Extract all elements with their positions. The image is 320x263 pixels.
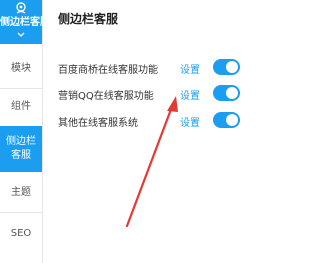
sidebar-item-components[interactable]: 组件 (0, 101, 42, 113)
sidebar-item-modules[interactable]: 模块 (0, 63, 42, 75)
chevron-down-icon (17, 32, 25, 37)
setting-row-qq: 营销QQ在线客服功能 设置 (58, 83, 243, 105)
settings-link[interactable]: 设置 (180, 114, 200, 129)
setting-row-baidu: 百度商桥在线客服功能 设置 (58, 57, 243, 79)
setting-row-other: 其他在线客服系统 设置 (58, 110, 243, 132)
divider (0, 88, 42, 89)
sidebar-item-label-line2: 客服 (11, 150, 31, 161)
sidebar-item-label: 模块 (11, 63, 31, 74)
sidebar: 侧边栏客服 模块 组件 侧边栏 客服 主题 SEO (0, 0, 50, 263)
sidebar-item-label: SEO (10, 228, 32, 239)
sidebar-header[interactable]: 侧边栏客服 (0, 0, 50, 44)
setting-label: 百度商桥在线客服功能 (58, 65, 158, 76)
sidebar-item-label: 组件 (11, 101, 31, 112)
user-headset-icon (16, 2, 26, 14)
toggle-knob (226, 87, 238, 99)
toggle-switch[interactable] (213, 59, 240, 75)
sidebar-header-label: 侧边栏客服 (0, 17, 50, 28)
page-title: 侧边栏客服 (58, 12, 119, 26)
settings-link[interactable]: 设置 (180, 87, 200, 102)
setting-label: 营销QQ在线客服功能 (58, 91, 154, 102)
toggle-switch[interactable] (213, 85, 240, 101)
sidebar-item-seo[interactable]: SEO (0, 228, 42, 240)
sidebar-item-label: 主题 (11, 187, 31, 198)
settings-link[interactable]: 设置 (180, 61, 200, 76)
sidebar-item-sidebar-service[interactable]: 侧边栏 客服 (0, 126, 42, 172)
divider (0, 212, 42, 213)
setting-label: 其他在线客服系统 (58, 118, 138, 129)
sidebar-item-label-line1: 侧边栏 (6, 136, 36, 147)
toggle-knob (226, 114, 238, 126)
toggle-switch[interactable] (213, 112, 240, 128)
toggle-knob (226, 61, 238, 73)
sidebar-item-theme[interactable]: 主题 (0, 187, 42, 199)
